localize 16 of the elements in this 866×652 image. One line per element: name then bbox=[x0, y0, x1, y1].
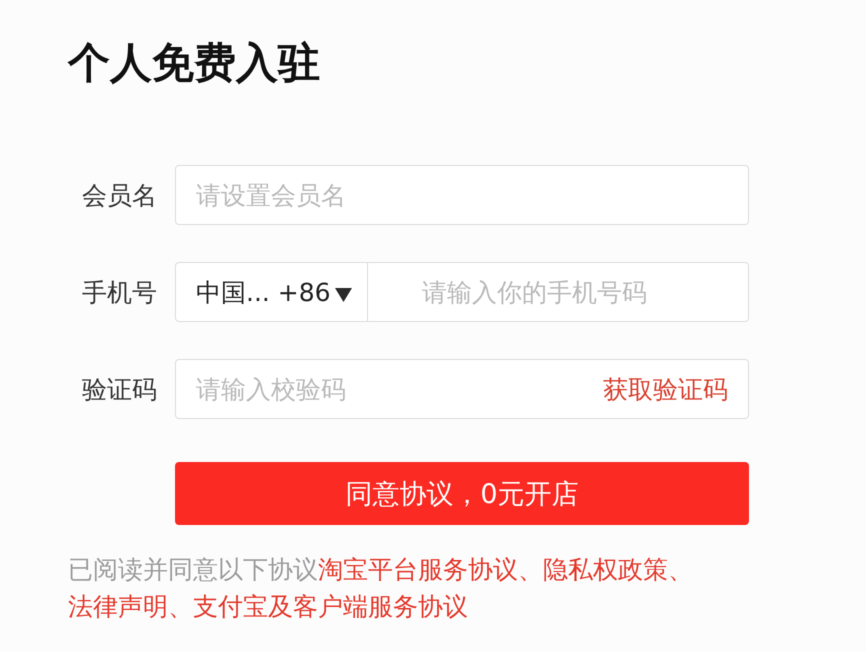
member-name-field[interactable]: 请设置会员名 bbox=[175, 165, 749, 225]
agree-and-open-store-button[interactable]: 同意协议，0元开店 bbox=[175, 462, 749, 525]
get-code-link[interactable]: 获取验证码 bbox=[603, 372, 748, 406]
country-code-select[interactable]: 中国... +86 bbox=[175, 262, 367, 322]
agreement-link[interactable]: 法律声明 bbox=[68, 592, 168, 621]
field-label: 验证码 bbox=[82, 374, 157, 406]
phone-number-field[interactable]: 请输入你的手机号码 bbox=[367, 262, 749, 322]
field-label: 手机号 bbox=[82, 276, 157, 308]
verification-code-field[interactable]: 请输入校验码 获取验证码 bbox=[175, 359, 749, 419]
agreement-link[interactable]: 隐私权政策 bbox=[543, 555, 668, 584]
field-label: 会员名 bbox=[82, 180, 157, 212]
page-title: 个人免费入驻 bbox=[68, 38, 320, 88]
agreement-link[interactable]: 淘宝平台服务协议 bbox=[318, 555, 518, 584]
agreement-text: 已阅读并同意以下协议淘宝平台服务协议、隐私权政策、 法律声明、支付宝及客户端服务协议 bbox=[68, 554, 694, 623]
caret-icon bbox=[334, 288, 352, 302]
agreement-link[interactable]: 支付宝及客户端服务协议 bbox=[193, 592, 468, 621]
